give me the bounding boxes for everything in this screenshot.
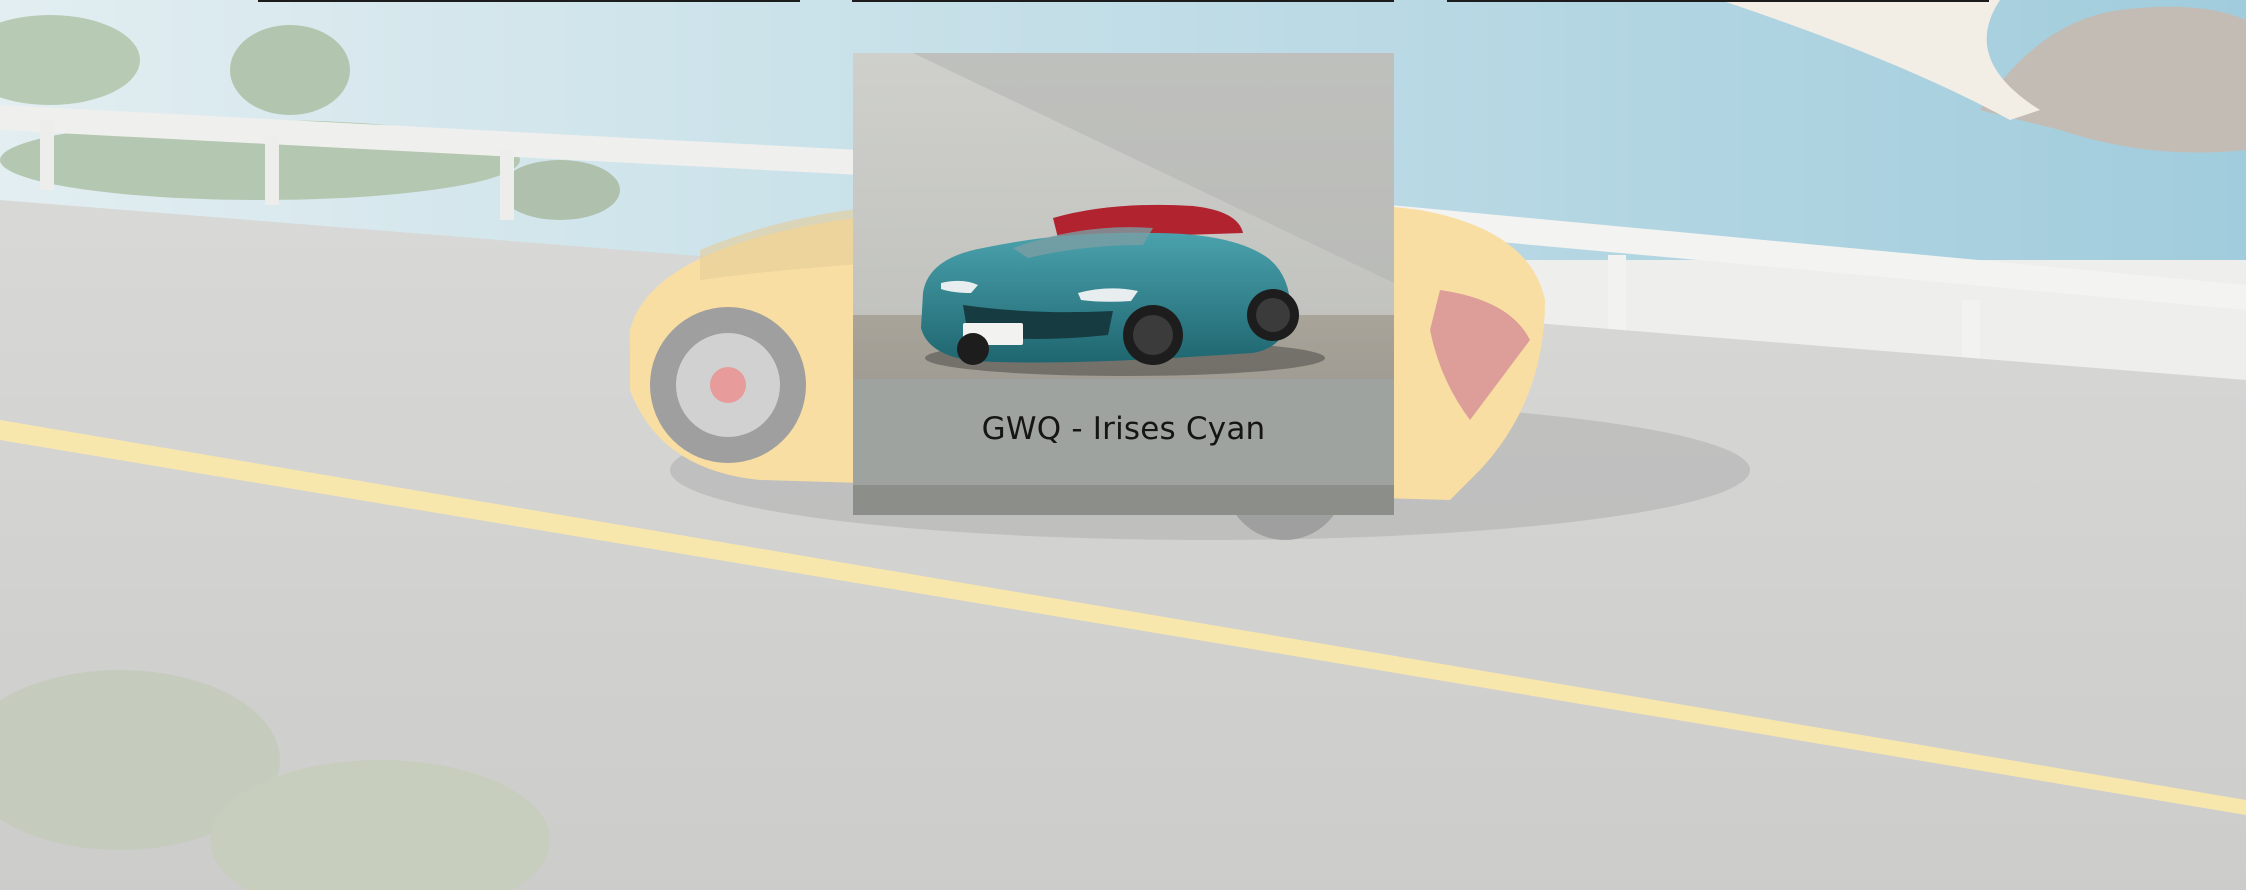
color-option-card[interactable]: GWQ - Irises Cyan [853,53,1394,515]
color-option-name: GWQ - Irises Cyan [981,411,1266,447]
option-column-divider [258,0,800,2]
option-column-divider [852,0,1394,2]
option-column-divider [1447,0,1989,2]
